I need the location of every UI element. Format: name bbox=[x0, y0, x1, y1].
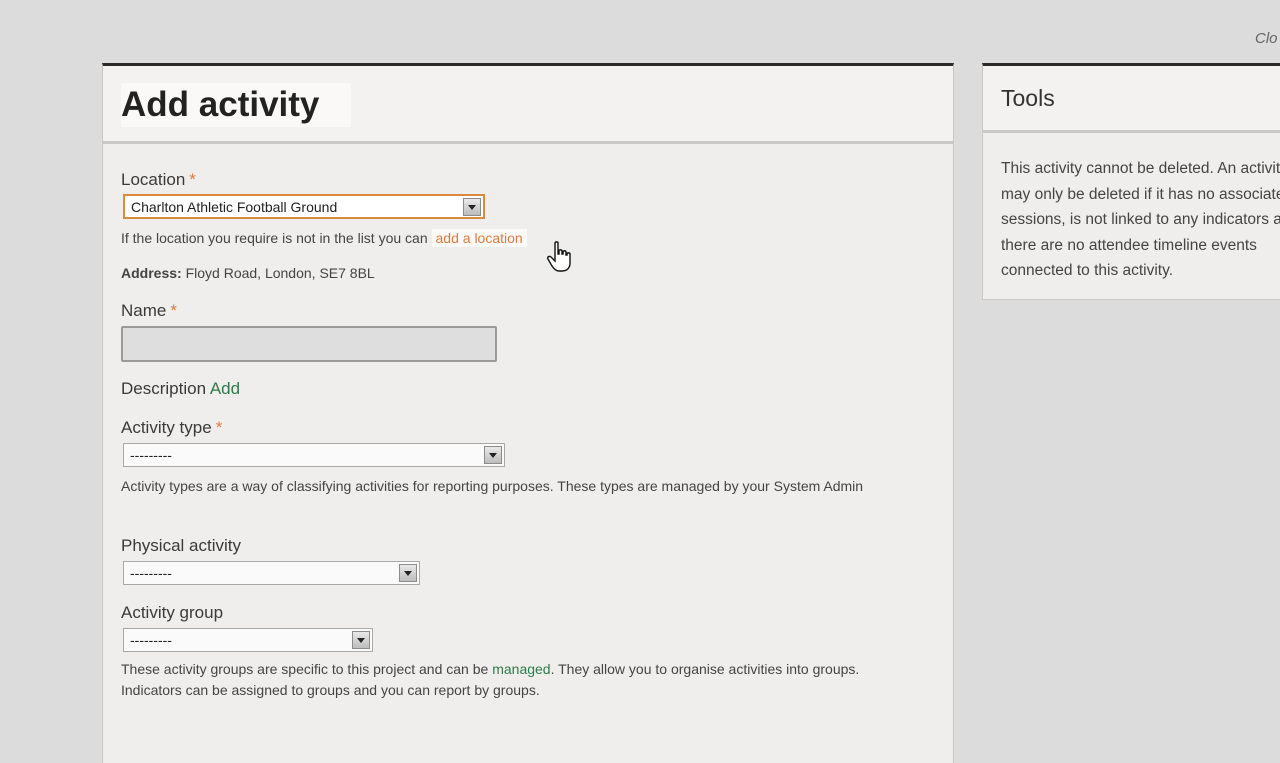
tools-header: Tools bbox=[983, 66, 1280, 133]
address-label: Address: bbox=[121, 265, 182, 281]
required-marker: * bbox=[170, 301, 177, 320]
description-label: Description Add bbox=[121, 379, 240, 399]
description-label-text: Description bbox=[121, 379, 207, 398]
hand-cursor-icon bbox=[547, 241, 571, 272]
manage-groups-link[interactable]: managed bbox=[492, 661, 550, 677]
location-label-text: Location bbox=[121, 170, 186, 189]
physical-activity-label: Physical activity bbox=[121, 536, 241, 556]
physical-activity-select[interactable]: --------- bbox=[123, 561, 420, 585]
chevron-down-icon[interactable] bbox=[399, 564, 417, 582]
required-marker: * bbox=[215, 418, 223, 437]
tools-title: Tools bbox=[1001, 85, 1055, 111]
page-title: Add activity bbox=[121, 83, 352, 127]
activity-group-select-value: --------- bbox=[130, 632, 172, 648]
name-label-text: Name bbox=[121, 301, 167, 320]
location-address: Address: Floyd Road, London, SE7 8BL bbox=[121, 263, 375, 284]
physical-activity-label-text: Physical activity bbox=[121, 536, 241, 555]
panel-header: Add activity bbox=[103, 66, 953, 144]
location-select[interactable]: Charlton Athletic Football Ground bbox=[123, 194, 485, 219]
location-label: Location * bbox=[121, 170, 196, 190]
location-help: If the location you require is not in th… bbox=[121, 228, 527, 249]
add-description-link[interactable]: Add bbox=[210, 379, 240, 398]
address-value: Floyd Road, London, SE7 8BL bbox=[185, 265, 375, 281]
location-select-value: Charlton Athletic Football Ground bbox=[131, 199, 338, 215]
activity-type-label-text: Activity type bbox=[121, 418, 212, 437]
chevron-down-icon[interactable] bbox=[352, 631, 370, 649]
physical-activity-select-value: --------- bbox=[130, 565, 172, 581]
activity-group-help: These activity groups are specific to th… bbox=[121, 659, 921, 701]
name-input[interactable] bbox=[121, 326, 497, 362]
chevron-down-icon[interactable] bbox=[463, 198, 481, 216]
activity-group-select[interactable]: --------- bbox=[123, 628, 373, 652]
location-help-text: If the location you require is not in th… bbox=[121, 230, 432, 246]
activity-type-help: Activity types are a way of classifying … bbox=[121, 478, 864, 494]
tools-message: This activity cannot be deleted. An acti… bbox=[1001, 160, 1280, 279]
activity-group-label: Activity group bbox=[121, 603, 223, 623]
activity-group-label-text: Activity group bbox=[121, 603, 224, 622]
required-marker: * bbox=[189, 170, 196, 189]
chevron-down-icon[interactable] bbox=[484, 446, 502, 464]
activity-group-help-text: These activity groups are specific to th… bbox=[121, 661, 493, 677]
activity-type-select[interactable]: --------- bbox=[123, 443, 505, 467]
add-location-link[interactable]: add a location bbox=[431, 229, 527, 247]
add-activity-panel: Add activity Location * Charlton Athletic… bbox=[102, 63, 954, 763]
tools-panel: Tools This activity cannot be deleted. A… bbox=[982, 63, 1280, 300]
name-label: Name * bbox=[121, 301, 177, 321]
activity-type-select-value: --------- bbox=[130, 447, 172, 463]
close-link[interactable]: Clo bbox=[1255, 30, 1278, 47]
activity-type-label: Activity type * bbox=[121, 418, 222, 438]
